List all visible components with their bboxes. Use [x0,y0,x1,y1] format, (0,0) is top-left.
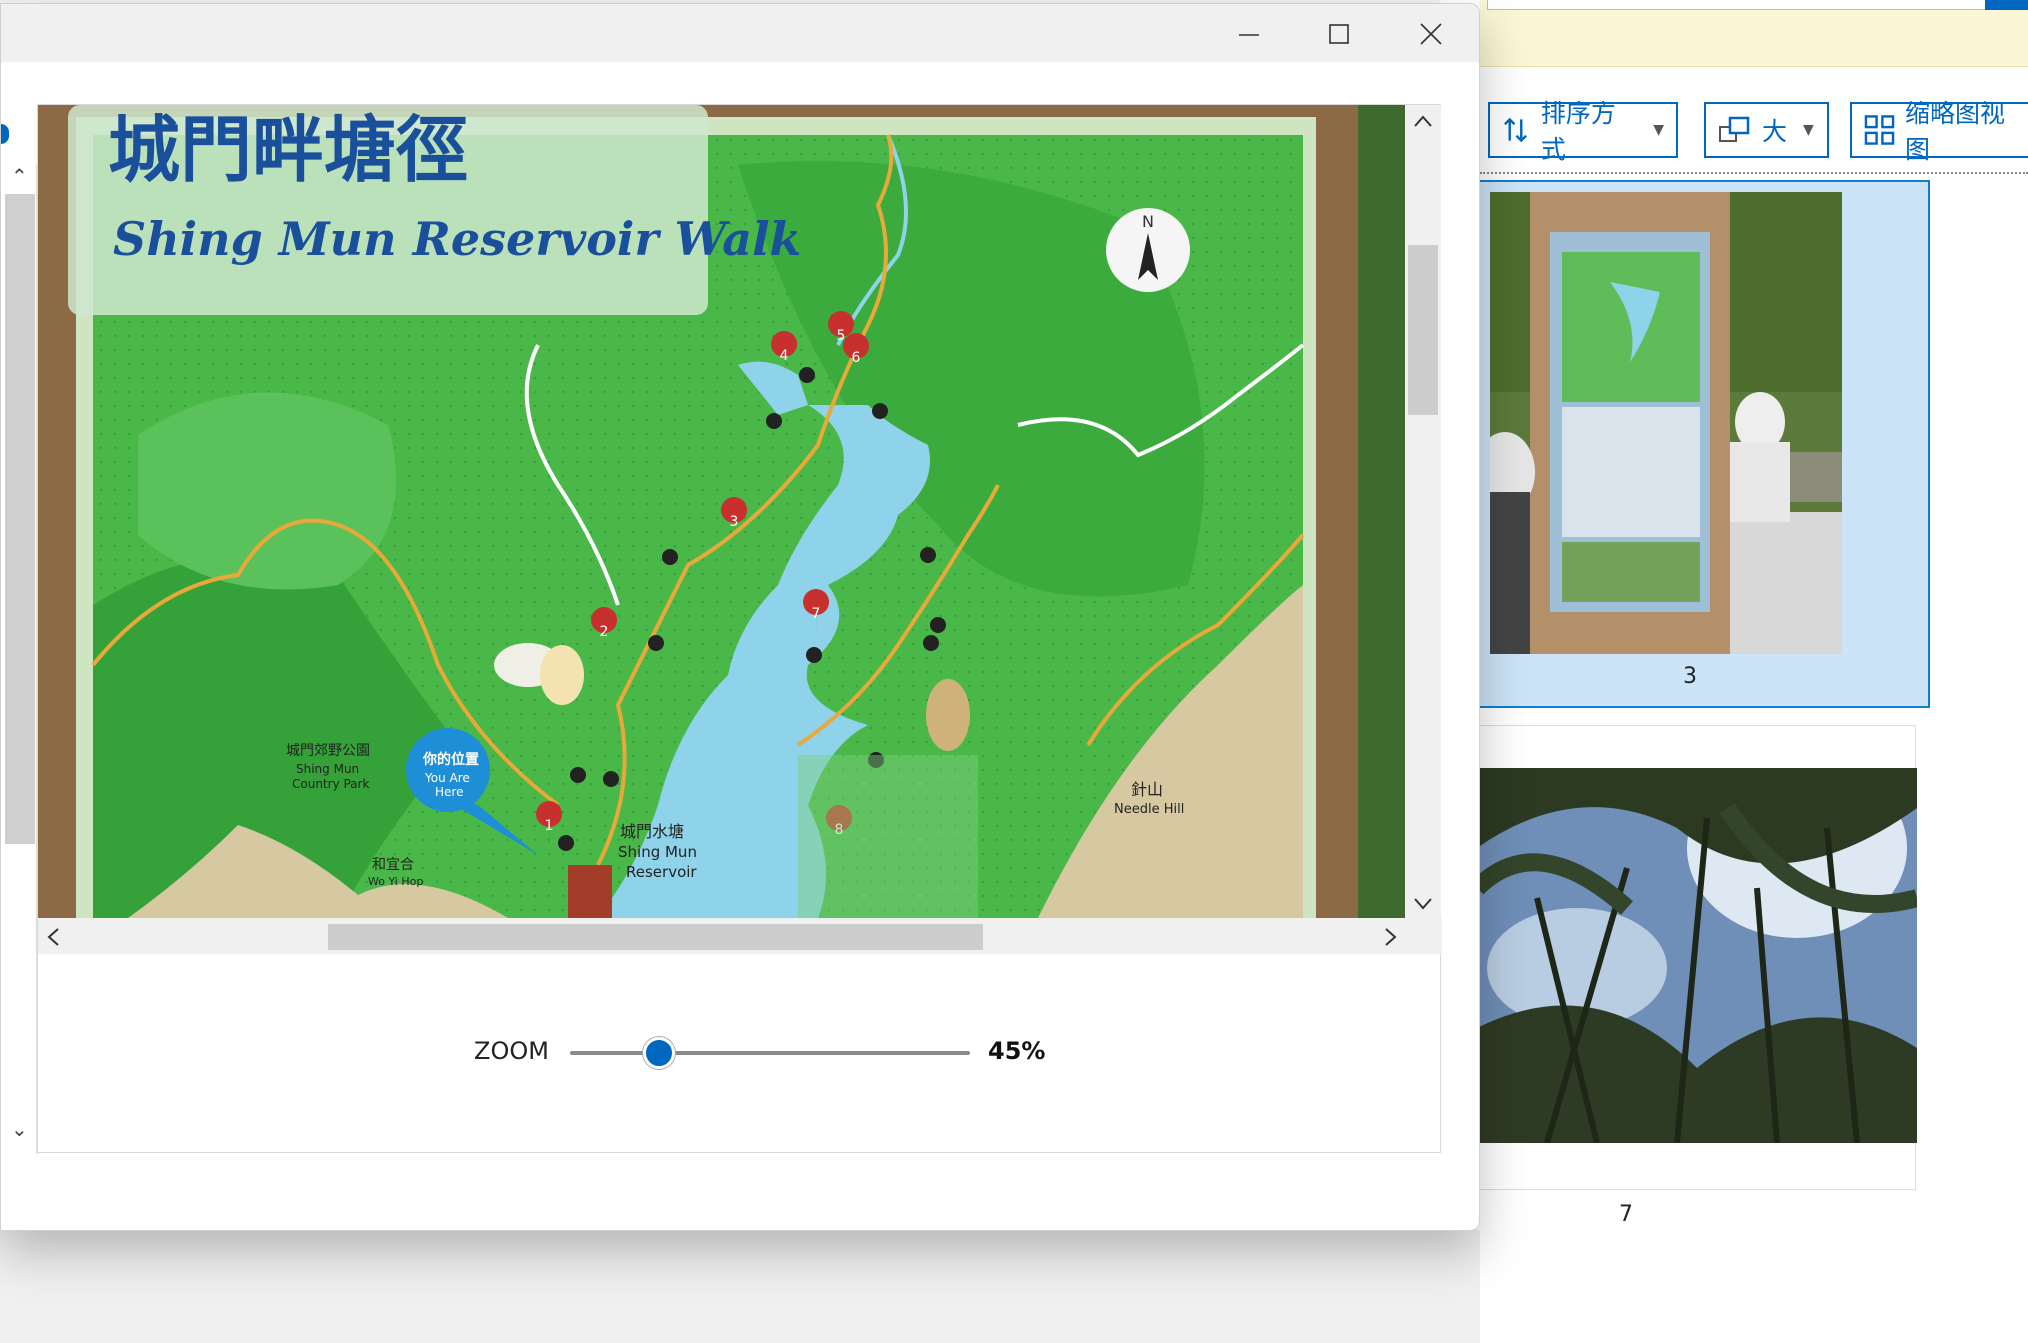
close-button[interactable] [1401,14,1461,54]
marker-7: 7 [812,606,821,622]
divider [1480,172,2028,174]
close-icon [1420,23,1442,45]
grid-icon [1864,115,1895,145]
compass-letter: N [1142,212,1154,231]
svg-text:Shing Mun: Shing Mun [296,762,359,776]
chevron-down-icon: ▼ [1803,122,1814,138]
left-scrollbar[interactable]: ⌃ ⌄ [1,164,37,1154]
size-button[interactable]: 大 ▼ [1704,102,1829,158]
zoom-label: ZOOM [474,1037,549,1065]
label-country-park-cn: 城門郊野公園 [286,742,370,759]
sort-button[interactable]: 排序方式 ▼ [1488,99,1678,164]
label-reservoir-cn: 城門水塘 [620,822,684,841]
zoom-control: ZOOM 45% [438,1033,1138,1073]
thumbnail-image-7 [1477,768,1917,1143]
size-label: 大 [1762,117,1788,146]
chevron-up-icon[interactable]: ⌃ [11,166,28,186]
marker-2: 2 [600,624,609,640]
you-are-here-cn: 你的位置 [422,751,479,768]
zoom-slider-track[interactable] [570,1051,970,1055]
selection-indicator [1,124,9,144]
chevron-down-icon[interactable] [1413,890,1433,916]
label-wo-yi-hop-en: Wo Yi Hop [368,875,423,888]
copy-icon [1719,116,1750,142]
title-bar[interactable] [1,4,1479,62]
thumbnail-label: 3 [1683,664,1697,689]
zoom-value: 45% [988,1037,1046,1065]
minimize-button[interactable] [1219,14,1279,54]
desktop-background [0,1230,1480,1343]
view-label: 缩略图视图 [1904,99,2005,164]
svg-text:Shing Mun: Shing Mun [618,843,697,861]
chevron-down-icon: ▼ [1653,122,1664,138]
sign-title-cn: 城門畔塘徑 [108,107,468,192]
zoom-slider-handle[interactable] [643,1037,675,1069]
thumbnail-item-7[interactable] [1476,725,1917,1190]
search-button[interactable] [1985,0,2028,10]
label-needle-hill-cn: 針山 [1131,780,1163,799]
chevron-left-icon[interactable] [46,926,60,952]
scrollbar-thumb[interactable] [1408,245,1438,415]
thumbnail-view-button[interactable]: 缩略图视图 [1850,99,2028,164]
thumbnail-item-3[interactable]: 3 [1476,180,1930,708]
thumbnail-label: 7 [1619,1202,1633,1227]
label-wo-yi-hop-cn: 和宜合 [372,857,414,873]
vertical-scrollbar[interactable] [1405,105,1441,918]
scrollbar-thumb[interactable] [328,924,983,950]
marker-4: 4 [780,348,789,364]
maximize-button[interactable] [1309,14,1369,54]
sort-icon [1504,117,1527,143]
marker-6: 6 [852,350,861,366]
search-input[interactable] [1487,0,1987,10]
trail-map-image: 城門畔塘徑 Shing Mun Reservoir Walk N 城門郊野公園 … [38,105,1405,918]
sort-label: 排序方式 [1540,99,1616,164]
image-viewport: 城門畔塘徑 Shing Mun Reservoir Walk N 城門郊野公園 … [37,104,1442,1153]
maximize-icon [1329,24,1349,44]
minimize-icon [1239,34,1259,36]
scrollbar-thumb[interactable] [5,194,35,844]
svg-text:Reservoir: Reservoir [626,863,697,881]
marker-1: 1 [545,818,554,834]
photo[interactable]: 城門畔塘徑 Shing Mun Reservoir Walk N 城門郊野公園 … [38,105,1405,918]
label-needle-hill-en: Needle Hill [1114,802,1184,817]
thumbnail-image-3 [1490,192,1842,654]
image-viewer-dialog: ⌃ ⌄ 城門畔塘徑 Shing Mun Reservoir Walk N 城門郊… [0,3,1480,1231]
svg-text:Country Park: Country Park [292,777,369,791]
info-bar [1480,0,2028,67]
horizontal-scrollbar[interactable] [38,918,1442,954]
svg-text:You Are: You Are [424,771,470,785]
chevron-right-icon[interactable] [1384,926,1398,952]
chevron-down-icon[interactable]: ⌄ [11,1119,28,1139]
svg-text:Here: Here [435,785,463,799]
sign-title-en: Shing Mun Reservoir Walk [113,212,801,266]
chevron-up-icon[interactable] [1413,111,1433,133]
marker-3: 3 [730,514,739,530]
